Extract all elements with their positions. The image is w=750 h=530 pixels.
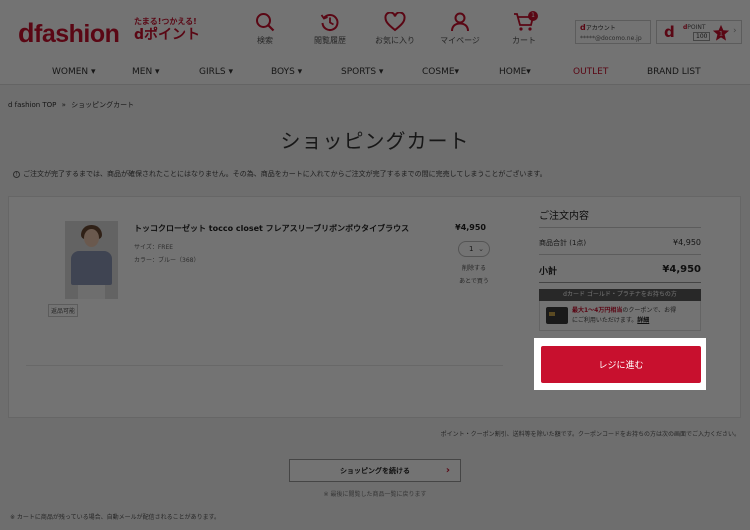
info-icon: ! bbox=[13, 171, 20, 178]
dpoint-promo-line2: dポイント bbox=[134, 27, 201, 43]
credit-card-icon bbox=[546, 307, 568, 324]
point-label-text: POINT bbox=[687, 24, 706, 31]
total-label: 小計 bbox=[539, 267, 558, 277]
nav-item-sports[interactable]: SPORTS ▾ bbox=[341, 67, 383, 77]
rank-star-icon: 1 bbox=[712, 24, 730, 41]
dcard-banner-title[interactable]: dカード ゴールド・プラチナをお持ちの方 bbox=[539, 289, 701, 301]
history-icon bbox=[320, 14, 339, 32]
product-price: ¥4,950 bbox=[455, 223, 486, 232]
dcard-banner-line2: にご利用いただけます。 bbox=[572, 317, 638, 324]
quantity-select[interactable]: 1 ⌄ bbox=[458, 241, 490, 257]
account-box[interactable]: dアカウント *****@docomo.ne.jp bbox=[575, 20, 651, 44]
cart-count-badge: 1 bbox=[528, 11, 538, 21]
cart-notice: ! ご注文が完了するまでは、商品が確保されたことにはなりません。その為、商品をカー… bbox=[13, 169, 547, 179]
search-icon bbox=[256, 13, 275, 32]
point-value: 100 bbox=[693, 32, 711, 41]
breadcrumb: d fashion TOP » ショッピングカート bbox=[8, 100, 134, 110]
page-title: ショッピングカート bbox=[280, 129, 470, 153]
quantity-value: 1 bbox=[469, 245, 474, 253]
chevron-down-icon: ⌄ bbox=[478, 245, 484, 253]
nav-item-outlet[interactable]: OUTLET bbox=[573, 67, 608, 77]
dcard-details-link[interactable]: 詳細 bbox=[637, 317, 649, 324]
continue-shopping-label: ショッピングを続ける bbox=[340, 466, 410, 475]
mypage-label: マイページ bbox=[440, 36, 480, 45]
summary-divider bbox=[539, 227, 701, 228]
site-logo[interactable]: dfashion bbox=[18, 18, 120, 49]
favorites-button[interactable]: お気に入り bbox=[363, 12, 427, 46]
fine-print: ポイント・クーポン割引、送料等を除いた額です。クーポンコードをお持ちの方は次の画… bbox=[440, 431, 740, 438]
favorites-label: お気に入り bbox=[375, 36, 415, 45]
footnote: ※ カートに商品が残っている場合、自動メールが配信されることがあります。 bbox=[10, 514, 221, 521]
chevron-right-icon: › bbox=[445, 465, 450, 476]
search-label: 検索 bbox=[257, 36, 273, 45]
cart-notice-text: ご注文が完了するまでは、商品が確保されたことにはなりません。その為、商品をカート… bbox=[23, 170, 547, 178]
returnable-tag: 返品可能 bbox=[48, 304, 79, 317]
heart-icon bbox=[384, 12, 406, 32]
mypage-button[interactable]: マイページ bbox=[428, 12, 492, 46]
product-image-pants bbox=[78, 285, 105, 299]
dcard-banner-text: 最大1〜4万円相当のクーポンで、お得 にご利用いただけます。詳細 bbox=[572, 306, 676, 326]
logo-text: fashion bbox=[34, 20, 120, 48]
breadcrumb-current: ショッピングカート bbox=[71, 101, 135, 109]
logo-d: d bbox=[18, 18, 35, 48]
order-summary: ご注文内容 商品合計 (1点) ¥4,950 小計 ¥4,950 dカード ゴー… bbox=[539, 207, 701, 331]
breadcrumb-home[interactable]: d fashion TOP bbox=[8, 101, 56, 109]
summary-divider bbox=[539, 254, 701, 255]
history-label: 閲覧履歴 bbox=[314, 36, 346, 45]
checkout-button[interactable]: レジに進む bbox=[541, 346, 701, 383]
nav-item-boys[interactable]: BOYS ▾ bbox=[271, 67, 302, 77]
category-nav: WOMEN ▾ MEN ▾ GIRLS ▾ BOYS ▾ SPORTS ▾ CO… bbox=[0, 60, 750, 85]
cart-label: カート bbox=[512, 36, 536, 45]
subtotal-value: ¥4,950 bbox=[673, 238, 701, 247]
nav-item-home[interactable]: HOME▾ bbox=[499, 67, 531, 77]
search-button[interactable]: 検索 bbox=[233, 12, 297, 46]
product-thumbnail[interactable] bbox=[65, 221, 118, 299]
product-color: カラー：ブルー（368） bbox=[134, 257, 200, 264]
summary-divider bbox=[539, 282, 701, 283]
product-name[interactable]: トッコクローゼット tocco closet フレアスリーブリボンボウタイブラウ… bbox=[134, 223, 409, 234]
account-label: アカウント bbox=[585, 25, 616, 32]
product-size: サイズ：FREE bbox=[134, 244, 174, 251]
subtotal-label: 商品合計 (1点) bbox=[539, 239, 587, 247]
cart-item: 返品可能 トッコクローゼット tocco closet フレアスリーブリボンボウ… bbox=[26, 208, 503, 366]
recent-items-note: ※ 最後に閲覧した商品一覧に戻ります bbox=[323, 491, 427, 498]
dcard-banner-line1: のクーポンで、お得 bbox=[622, 307, 677, 314]
site-header: dfashion たまる!つかえる! dポイント 検索 閲覧履歴 お気に入り マ… bbox=[0, 0, 750, 60]
dpoint-box[interactable]: d dPOINT 100 1 › bbox=[656, 20, 742, 44]
dpoint-logo-icon: d bbox=[664, 23, 675, 41]
account-id: *****@docomo.ne.jp bbox=[580, 35, 642, 42]
chevron-right-icon: › bbox=[733, 26, 737, 36]
dpoint-promo[interactable]: たまる!つかえる! dポイント bbox=[134, 17, 201, 43]
dcard-banner-highlight: 最大1〜4万円相当 bbox=[572, 307, 623, 314]
point-label: dPOINT bbox=[683, 24, 706, 31]
nav-item-men[interactable]: MEN ▾ bbox=[132, 67, 160, 77]
history-button[interactable]: 閲覧履歴 bbox=[298, 12, 362, 46]
nav-item-women[interactable]: WOMEN ▾ bbox=[52, 67, 96, 77]
cart-button[interactable]: 1 カート bbox=[492, 11, 556, 46]
dpoint-promo-line1: たまる!つかえる! bbox=[134, 17, 197, 26]
user-icon bbox=[451, 12, 469, 32]
continue-shopping-button[interactable]: ショッピングを続ける › bbox=[289, 459, 461, 482]
order-summary-title: ご注文内容 bbox=[539, 211, 589, 222]
dcard-banner[interactable]: 最大1〜4万円相当のクーポンで、お得 にご利用いただけます。詳細 bbox=[539, 301, 701, 331]
product-image-blouse bbox=[71, 251, 112, 285]
nav-item-cosme[interactable]: COSME▾ bbox=[422, 67, 459, 77]
nav-item-girls[interactable]: GIRLS ▾ bbox=[199, 67, 233, 77]
rank-value: 1 bbox=[719, 31, 723, 38]
breadcrumb-separator: » bbox=[61, 101, 66, 109]
checkout-highlight: レジに進む bbox=[534, 338, 706, 390]
nav-item-brand-list[interactable]: BRAND LIST bbox=[647, 67, 701, 77]
total-value: ¥4,950 bbox=[662, 264, 701, 275]
remove-link[interactable]: 削除する bbox=[444, 263, 504, 272]
save-for-later-link[interactable]: あとで買う bbox=[444, 276, 504, 285]
product-image-face bbox=[84, 229, 99, 247]
